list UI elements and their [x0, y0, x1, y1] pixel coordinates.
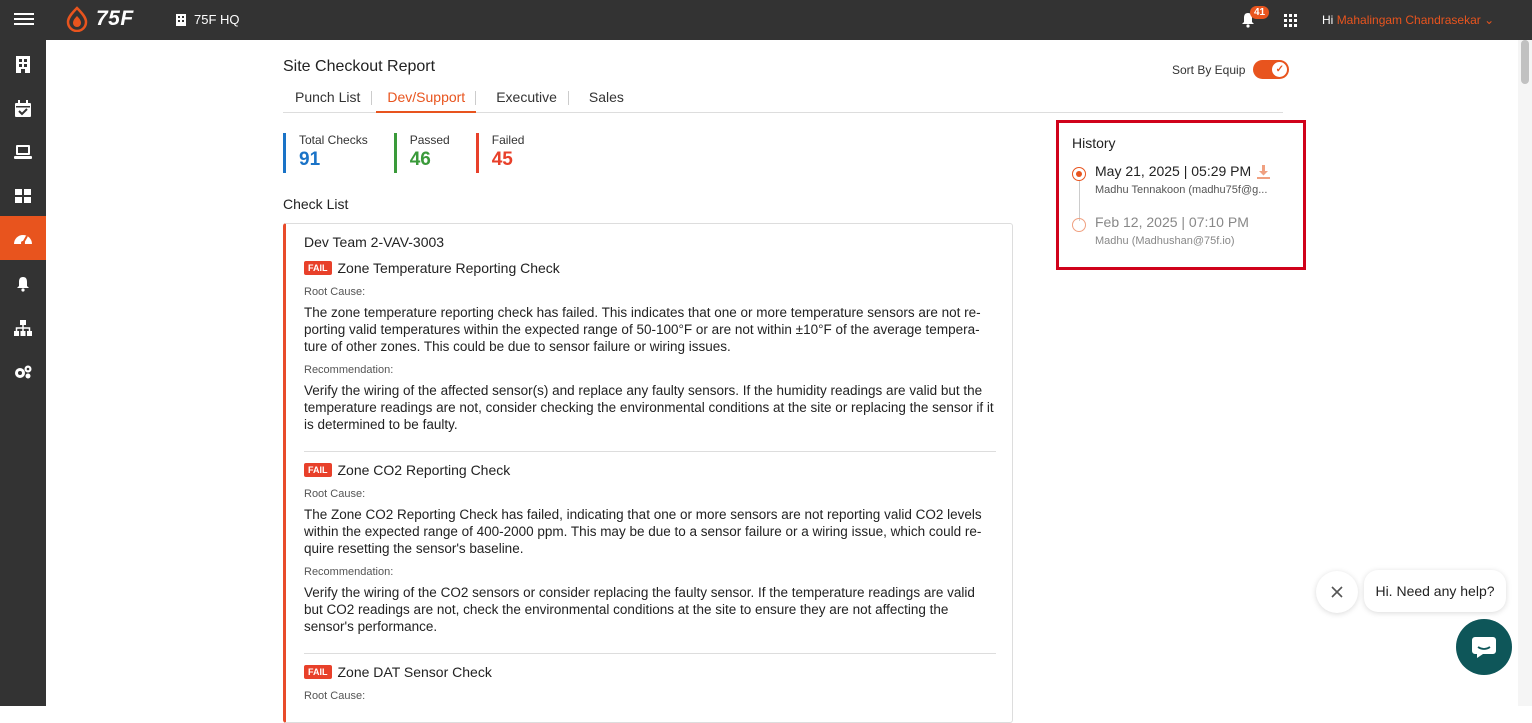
tab-executive[interactable]: Executive	[484, 87, 569, 113]
chat-bubble-icon	[1472, 637, 1496, 658]
tab-sales[interactable]: Sales	[577, 87, 636, 113]
notification-count-badge: 41	[1250, 6, 1270, 19]
logo[interactable]: 75F	[64, 6, 134, 32]
stat-failed: Failed 45	[475, 133, 525, 173]
root-cause-label: Root Cause:	[304, 690, 366, 702]
fail-badge: FAIL	[304, 665, 332, 679]
check-item: FAIL Zone Temperature Reporting Check Ro…	[304, 260, 996, 452]
check-name: Zone CO2 Reporting Check	[337, 462, 511, 478]
stat-failed-value: 45	[491, 149, 513, 170]
calendar-check-icon	[15, 99, 31, 117]
tab-dev-support[interactable]: Dev/Support	[376, 87, 477, 113]
fail-badge: FAIL	[304, 261, 332, 275]
tab-punch-list[interactable]: Punch List	[283, 87, 373, 113]
sidebar-item-schedule[interactable]	[0, 86, 46, 130]
sidebar	[0, 40, 46, 706]
sidebar-item-dashboard[interactable]	[0, 174, 46, 218]
stats-summary: Total Checks 91 Passed 46 Failed 45	[283, 133, 550, 173]
chat-greeting-bubble[interactable]: Hi. Need any help?	[1364, 570, 1506, 612]
download-icon[interactable]	[1257, 165, 1270, 179]
stat-passed: Passed 46	[393, 133, 450, 173]
page-title: Site Checkout Report	[283, 58, 436, 75]
speedometer-icon	[14, 235, 32, 245]
checklist-card: Dev Team 2-VAV-3003 FAIL Zone Temperatur…	[283, 223, 1013, 723]
flame-logo-icon	[66, 6, 88, 32]
checklist-title: Check List	[283, 196, 349, 212]
check-icon: ✓	[1272, 62, 1288, 77]
sidebar-item-buildings[interactable]	[0, 42, 46, 86]
recommendation-text: Verify the wiring of the CO2 sensors or …	[304, 585, 975, 634]
sidebar-item-site-checkout[interactable]	[0, 216, 46, 260]
history-date: Feb 12, 2025 | 07:10 PM	[1095, 214, 1249, 230]
stat-failed-label: Failed	[491, 133, 525, 147]
check-name: Zone DAT Sensor Check	[337, 664, 492, 680]
history-radio-selected[interactable]	[1072, 167, 1086, 181]
sort-by-equip-control: Sort By Equip ✓	[1172, 60, 1290, 79]
history-entry[interactable]: May 21, 2025 | 05:29 PM Madhu Tennakoon …	[1072, 163, 1292, 203]
fail-badge: FAIL	[304, 463, 332, 477]
root-cause-label: Root Cause:	[304, 286, 366, 298]
sidebar-item-hierarchy[interactable]	[0, 306, 46, 350]
stat-total-value: 91	[299, 149, 321, 170]
apps-grid-icon[interactable]	[1284, 14, 1297, 27]
user-name: Mahalingam Chandrasekar	[1336, 13, 1481, 27]
stat-passed-value: 46	[409, 149, 431, 170]
user-menu[interactable]: Hi Mahalingam Chandrasekar ⌄	[1322, 13, 1494, 27]
site-name: 75F HQ	[194, 12, 240, 27]
equipment-name: Dev Team 2-VAV-3003	[304, 234, 445, 250]
stat-passed-label: Passed	[409, 133, 450, 147]
bell-icon	[17, 277, 29, 292]
greeting-text: Hi	[1322, 13, 1334, 27]
root-cause-text: The Zone CO2 Reporting Check has failed,…	[304, 507, 982, 556]
chat-launcher-button[interactable]	[1456, 619, 1512, 675]
stat-total-label: Total Checks	[299, 133, 368, 147]
main-content: Site Checkout Report Sort By Equip ✓ Pun…	[46, 40, 1518, 723]
site-selector[interactable]: 75F HQ	[176, 12, 240, 27]
sort-toggle[interactable]: ✓	[1253, 60, 1290, 79]
root-cause-label: Root Cause:	[304, 488, 366, 500]
history-user: Madhu (Madhushan@75f.io)	[1095, 235, 1235, 247]
menu-icon[interactable]	[14, 10, 34, 28]
check-item: FAIL Zone DAT Sensor Check Root Cause:	[304, 664, 996, 717]
recommendation-text: Verify the wiring of the affected sensor…	[304, 383, 994, 432]
history-title: History	[1072, 135, 1116, 151]
history-panel: History May 21, 2025 | 05:29 PM Madhu Te…	[1056, 120, 1306, 270]
check-item: FAIL Zone CO2 Reporting Check Root Cause…	[304, 462, 996, 654]
page-scrollbar[interactable]	[1518, 40, 1532, 706]
building-icon	[16, 55, 30, 73]
history-date: May 21, 2025 | 05:29 PM	[1095, 163, 1252, 179]
history-user: Madhu Tennakoon (madhu75f@g...	[1095, 184, 1268, 196]
tab-bar: Punch List Dev/Support Executive Sales	[283, 87, 1283, 113]
history-radio[interactable]	[1072, 218, 1086, 232]
laptop-icon	[14, 145, 32, 159]
sidebar-item-alerts[interactable]	[0, 262, 46, 306]
chevron-down-icon: ⌄	[1484, 13, 1495, 27]
top-bar: 75F 75F HQ 41 Hi Mahalingam Chandrasekar…	[0, 0, 1532, 40]
recommendation-label: Recommendation:	[304, 566, 394, 578]
hierarchy-icon	[14, 320, 32, 336]
chat-close-button[interactable]	[1316, 571, 1358, 613]
root-cause-text: The zone temperature reporting check has…	[304, 305, 981, 354]
check-name: Zone Temperature Reporting Check	[337, 260, 560, 276]
close-icon	[1331, 586, 1343, 598]
dashboard-icon	[15, 189, 31, 203]
sidebar-item-settings[interactable]	[0, 350, 46, 394]
recommendation-label: Recommendation:	[304, 364, 394, 376]
scrollbar-thumb[interactable]	[1521, 40, 1529, 84]
settings-icon	[15, 365, 32, 379]
history-entry[interactable]: Feb 12, 2025 | 07:10 PM Madhu (Madhushan…	[1072, 214, 1292, 254]
logo-text: 75F	[96, 7, 134, 30]
stat-total-checks: Total Checks 91	[283, 133, 368, 173]
sort-label: Sort By Equip	[1172, 62, 1246, 77]
sidebar-item-devices[interactable]	[0, 130, 46, 174]
building-icon	[176, 13, 186, 26]
